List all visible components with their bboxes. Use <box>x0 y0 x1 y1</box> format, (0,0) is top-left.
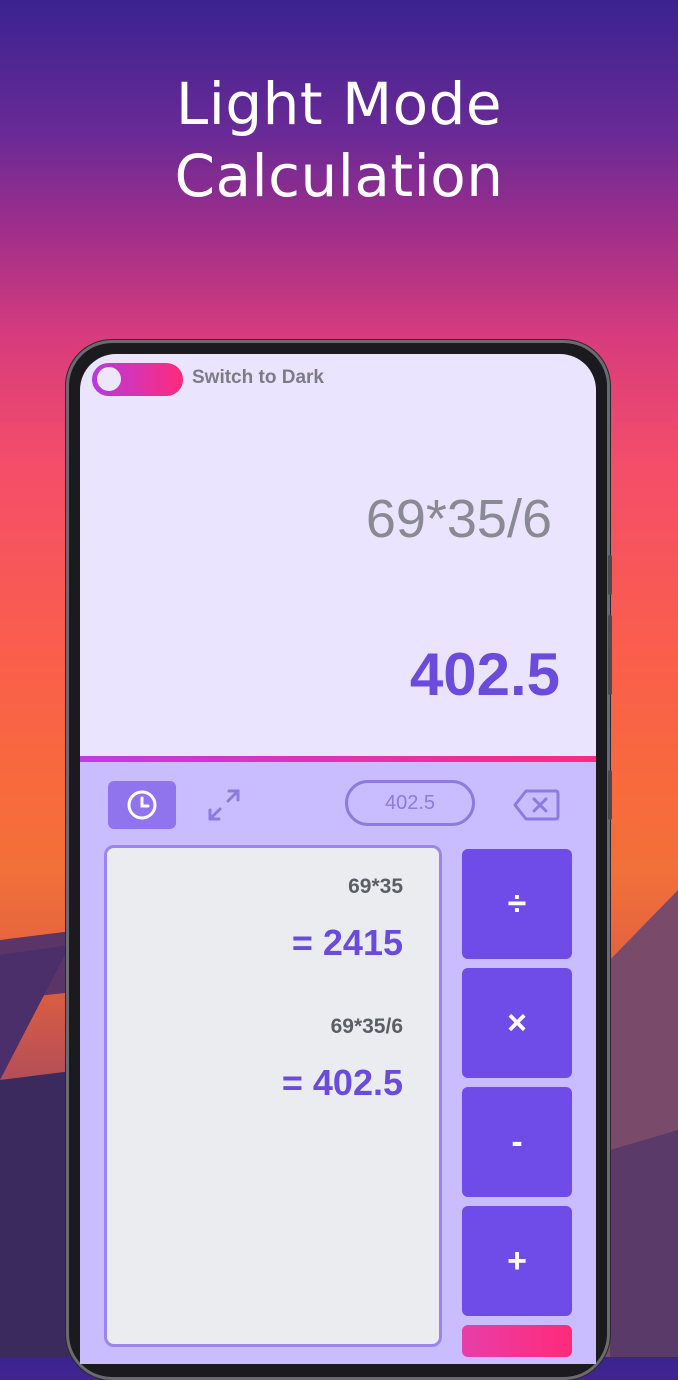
subtract-button[interactable]: - <box>462 1087 572 1197</box>
expression-display: 69*35/6 <box>365 489 552 549</box>
phone-side-button <box>608 615 612 695</box>
history-expression: 69*35/6 <box>330 1015 403 1038</box>
backspace-button[interactable] <box>512 788 560 822</box>
result-display: 402.5 <box>409 641 560 708</box>
equals-button[interactable] <box>462 1325 572 1357</box>
clock-icon <box>127 790 157 820</box>
toggle-knob <box>97 367 121 391</box>
history-panel: 69*35 = 2415 69*35/6 = 402.5 <box>104 845 442 1347</box>
expand-icon <box>208 789 240 821</box>
history-button[interactable] <box>108 781 176 829</box>
toggle-label: Switch to Dark <box>192 367 324 388</box>
headline: Light Mode Calculation <box>0 68 678 212</box>
memory-value-button[interactable]: 402.5 <box>345 780 475 826</box>
multiply-button[interactable]: × <box>462 968 572 1078</box>
history-result: = 2415 <box>291 922 403 963</box>
phone-side-button <box>608 555 612 595</box>
divide-button[interactable]: ÷ <box>462 849 572 959</box>
expand-button[interactable] <box>204 785 244 825</box>
history-result: = 402.5 <box>281 1062 403 1103</box>
backspace-icon <box>513 789 560 821</box>
add-button[interactable]: + <box>462 1206 572 1316</box>
headline-line-2: Calculation <box>174 142 504 210</box>
history-expression: 69*35 <box>348 875 403 898</box>
phone-side-button <box>608 770 612 820</box>
dark-mode-toggle[interactable] <box>92 363 183 396</box>
headline-line-1: Light Mode <box>175 70 503 138</box>
